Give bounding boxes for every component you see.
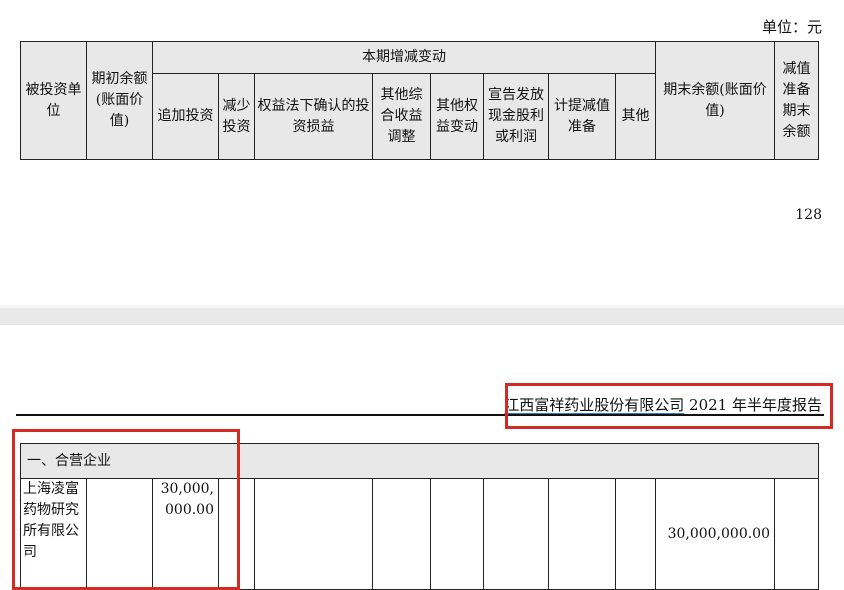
col-investee: 被投资单位 xyxy=(20,41,87,160)
col-add-investment: 追加投资 xyxy=(152,73,219,160)
col-other-equity: 其他权益变动 xyxy=(430,73,484,160)
investment-table-header: 被投资单位 期初余额(账面价值) 本期增减变动 期末余额(账面价值) 减值准备期… xyxy=(20,41,819,160)
page-number: 128 xyxy=(795,207,822,223)
highlight-box-report-title xyxy=(505,383,833,429)
col-closing: 期末余额(账面价值) xyxy=(655,41,775,160)
unit-label: 单位：元 xyxy=(761,18,822,36)
cell-other-equity xyxy=(430,478,484,590)
col-oci-adjust: 其他综合收益调整 xyxy=(372,73,431,160)
cell-dividend xyxy=(483,478,549,590)
col-impairment-provision: 计提减值准备 xyxy=(548,73,616,160)
col-impairment: 减值准备期末余额 xyxy=(774,41,819,160)
col-other: 其他 xyxy=(615,73,656,160)
cell-equity-gain xyxy=(254,478,373,590)
col-dividend: 宣告发放现金股利或利润 xyxy=(483,73,549,160)
col-reduce-investment: 减少投资 xyxy=(218,73,255,160)
col-opening: 期初余额(账面价值) xyxy=(86,41,153,160)
cell-oci xyxy=(372,478,431,590)
cell-impairment-balance xyxy=(774,478,819,590)
cell-other xyxy=(615,478,656,590)
cell-closing: 30,000,000.00 xyxy=(655,478,775,590)
col-equity-gain: 权益法下确认的投资损益 xyxy=(254,73,373,160)
cell-impairment-provision xyxy=(548,478,616,590)
page-break xyxy=(0,305,844,325)
highlight-box-joint-venture xyxy=(12,429,240,590)
col-change-group: 本期增减变动 xyxy=(152,41,656,74)
